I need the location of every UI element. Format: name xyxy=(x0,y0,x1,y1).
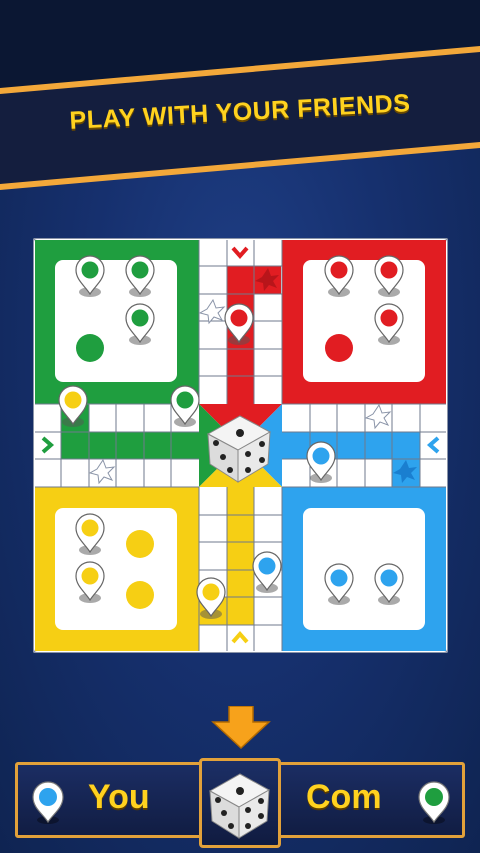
green-pawn-icon xyxy=(418,781,450,824)
red-pawn[interactable] xyxy=(374,303,404,346)
arrow-down-icon xyxy=(211,706,271,750)
green-pawn[interactable] xyxy=(75,255,105,298)
yellow-base xyxy=(35,487,199,651)
red-empty-slot xyxy=(325,334,353,362)
red-pawn[interactable] xyxy=(374,255,404,298)
yellow-pawn[interactable] xyxy=(75,513,105,556)
yellow-empty-slot xyxy=(126,530,154,558)
red-pawn[interactable] xyxy=(324,255,354,298)
blue-pawn[interactable] xyxy=(374,563,404,606)
blue-base xyxy=(282,487,446,651)
green-pawn[interactable] xyxy=(170,385,200,428)
blue-pawn[interactable] xyxy=(324,563,354,606)
green-empty-slot xyxy=(76,334,104,362)
title-banner: PLAY WITH YOUR FRIENDS xyxy=(0,0,480,200)
blue-pawn[interactable] xyxy=(252,551,282,594)
yellow-empty-slot xyxy=(126,581,154,609)
yellow-pawn[interactable] xyxy=(75,561,105,604)
blue-home-column xyxy=(282,432,420,459)
ludo-board xyxy=(33,238,448,653)
yellow-pawn[interactable] xyxy=(196,577,226,620)
blue-pawn-icon xyxy=(32,781,64,824)
player-you-label: You xyxy=(88,778,150,816)
red-base xyxy=(282,240,446,404)
green-pawn[interactable] xyxy=(125,303,155,346)
red-pawn[interactable] xyxy=(224,303,254,346)
green-home-column xyxy=(61,432,199,459)
dice-icon xyxy=(208,773,271,839)
yellow-home-column xyxy=(227,487,254,625)
roll-dice-button[interactable] xyxy=(199,758,281,848)
green-pawn[interactable] xyxy=(125,255,155,298)
player-com-label: Com xyxy=(306,778,382,816)
yellow-pawn[interactable] xyxy=(58,385,88,428)
blue-pawn[interactable] xyxy=(306,441,336,484)
green-base xyxy=(35,240,199,404)
